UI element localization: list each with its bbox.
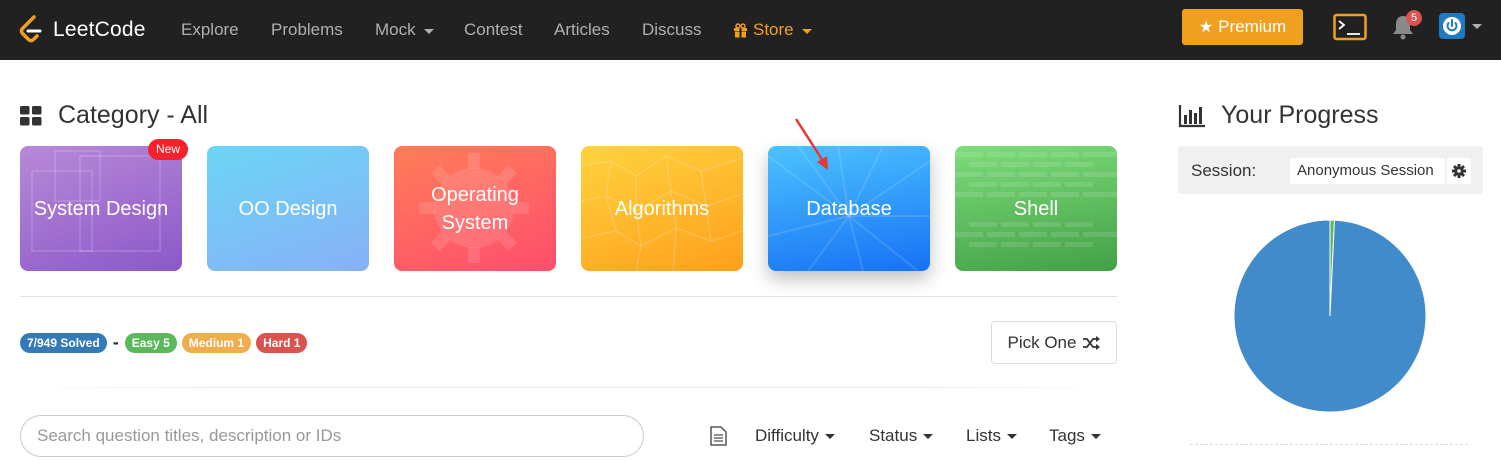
nav-problems-label: Problems (271, 20, 343, 39)
chevron-down-icon (1006, 433, 1017, 439)
hard-count-badge: Hard 1 (256, 332, 308, 353)
chevron-down-icon (923, 433, 934, 439)
nav-store[interactable]: Store (733, 0, 812, 60)
chevron-down-icon (824, 433, 835, 439)
divider (1190, 444, 1470, 445)
solved-count-badge: 7/949 Solved (20, 332, 107, 353)
nav-discuss[interactable]: Discuss (642, 0, 702, 60)
bar-chart-icon (1178, 104, 1205, 127)
red-arrow-annotation (794, 118, 828, 170)
top-navbar: LeetCode Explore Problems Mock Contest A… (0, 0, 1501, 60)
category-title: Category - All (58, 101, 209, 129)
nav-problems[interactable]: Problems (271, 0, 343, 60)
card-label: Shell (1013, 197, 1059, 220)
star-icon: ★ (1198, 19, 1214, 36)
nav-articles[interactable]: Articles (554, 0, 610, 60)
tags-filter[interactable]: Tags (1049, 420, 1101, 452)
leetcode-logo-icon (19, 15, 42, 43)
status-filter[interactable]: Status (869, 420, 934, 452)
filter-label: Status (869, 426, 918, 445)
nav-mock[interactable]: Mock (375, 0, 434, 60)
card-label: Operating System (431, 183, 519, 234)
pick-one-button[interactable]: Pick One (991, 321, 1117, 364)
nav-contest[interactable]: Contest (464, 0, 523, 60)
category-card-shell[interactable]: Shell (955, 146, 1117, 271)
easy-count-badge: Easy 5 (124, 332, 177, 353)
session-select[interactable]: Anonymous Session (1290, 158, 1445, 184)
chevron-down-icon (423, 28, 434, 34)
solved-stats: 7/949 Solved - Easy 5 Medium 1 Hard 1 (20, 332, 312, 353)
brand[interactable]: LeetCode (18, 12, 146, 48)
category-card-operating-system[interactable]: Operating System (394, 146, 556, 271)
difficulty-filter[interactable]: Difficulty (755, 420, 835, 452)
separator: - (112, 332, 119, 352)
card-label: Algorithms (614, 197, 710, 220)
progress-title: Your Progress (1221, 101, 1379, 129)
nav-mock-label: Mock (375, 20, 416, 39)
pick-one-label: Pick One (1007, 332, 1077, 352)
nav-contest-label: Contest (464, 20, 523, 39)
chevron-down-icon[interactable] (1472, 24, 1482, 29)
card-label: OO Design (238, 197, 338, 220)
session-label: Session: (1191, 161, 1257, 180)
chevron-down-icon (1090, 433, 1101, 439)
notification-badge: 5 (1406, 10, 1422, 26)
session-panel: Session: Anonymous Session (1178, 146, 1483, 194)
card-label: Database (806, 197, 892, 220)
nav-explore[interactable]: Explore (181, 0, 239, 60)
progress-pie-chart (1233, 219, 1427, 413)
nav-discuss-label: Discuss (642, 20, 702, 39)
divider (20, 387, 1117, 388)
avatar[interactable] (1439, 13, 1465, 39)
filter-label: Difficulty (755, 426, 819, 445)
premium-label: Premium (1218, 17, 1287, 36)
category-card-oo-design[interactable]: OO Design (207, 146, 369, 271)
category-card-algorithms[interactable]: Algorithms (581, 146, 743, 271)
progress-heading: Your Progress (1178, 101, 1379, 130)
brand-name: LeetCode (53, 18, 146, 41)
category-card-system-design[interactable]: System Design (20, 146, 182, 271)
filter-label: Tags (1049, 426, 1085, 445)
document-icon[interactable] (710, 426, 727, 446)
medium-count-badge: Medium 1 (181, 332, 252, 353)
card-label: System Design (33, 197, 169, 220)
gear-icon-glyph (1452, 164, 1466, 178)
divider (20, 296, 1117, 297)
pie-slice-todo (1233, 219, 1427, 413)
new-badge: New (148, 139, 188, 160)
nav-explore-label: Explore (181, 20, 239, 39)
lists-filter[interactable]: Lists (966, 420, 1017, 452)
nav-articles-label: Articles (554, 20, 610, 39)
gear-icon[interactable] (1447, 158, 1471, 184)
shuffle-icon (1083, 335, 1101, 350)
power-icon (1443, 17, 1461, 35)
premium-button[interactable]: ★ Premium (1182, 9, 1303, 45)
search-input[interactable] (20, 415, 644, 457)
console-icon[interactable] (1333, 13, 1367, 41)
nav-store-label: Store (753, 20, 794, 39)
grid-icon (20, 105, 42, 125)
chevron-down-icon (801, 28, 812, 34)
filter-label: Lists (966, 426, 1001, 445)
category-heading: Category - All (20, 101, 208, 130)
gift-icon (734, 22, 747, 38)
